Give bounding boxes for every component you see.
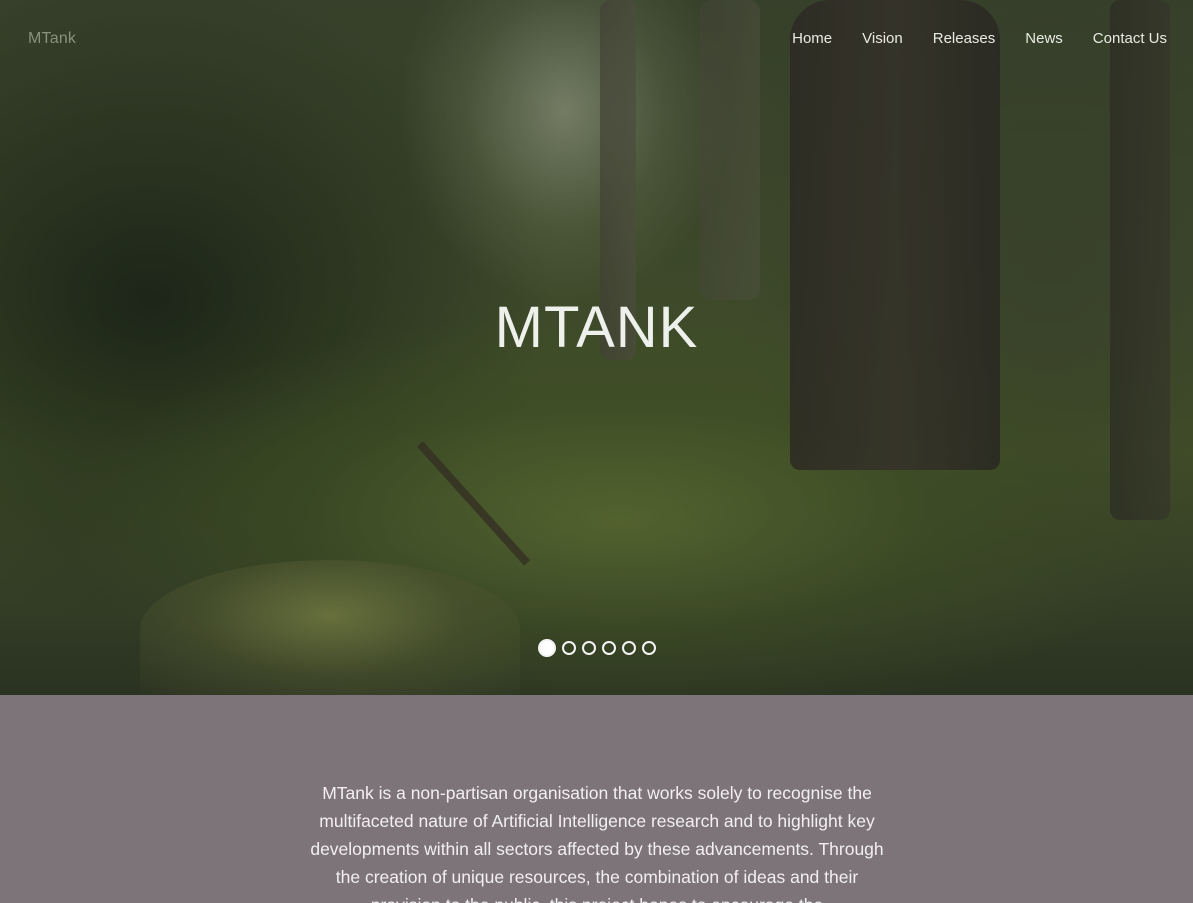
hero-section: MTank Home Vision Releases News Contact …	[0, 0, 1193, 695]
carousel-indicators	[0, 639, 1193, 657]
hero-title: MTANK	[494, 295, 699, 360]
carousel-dot[interactable]	[561, 641, 576, 655]
nav-link-home[interactable]: Home	[792, 30, 832, 47]
carousel-dot[interactable]	[621, 641, 636, 655]
carousel-dot[interactable]	[537, 639, 556, 657]
nav-link-news[interactable]: News	[1025, 30, 1063, 47]
carousel-dot[interactable]	[601, 641, 616, 655]
intro-section: MTank is a non-partisan organisation tha…	[0, 695, 1193, 903]
nav-link-contact-us[interactable]: Contact Us	[1093, 30, 1167, 47]
carousel-dot[interactable]	[581, 641, 596, 655]
nav-link-vision[interactable]: Vision	[862, 30, 903, 47]
page: MTank Home Vision Releases News Contact …	[0, 0, 1193, 903]
carousel-dot[interactable]	[641, 641, 656, 655]
brand-logo-link[interactable]: MTank	[28, 30, 76, 48]
main-nav: Home Vision Releases News Contact Us	[792, 30, 1167, 47]
intro-paragraph: MTank is a non-partisan organisation tha…	[310, 783, 884, 903]
nav-link-releases[interactable]: Releases	[933, 30, 996, 47]
